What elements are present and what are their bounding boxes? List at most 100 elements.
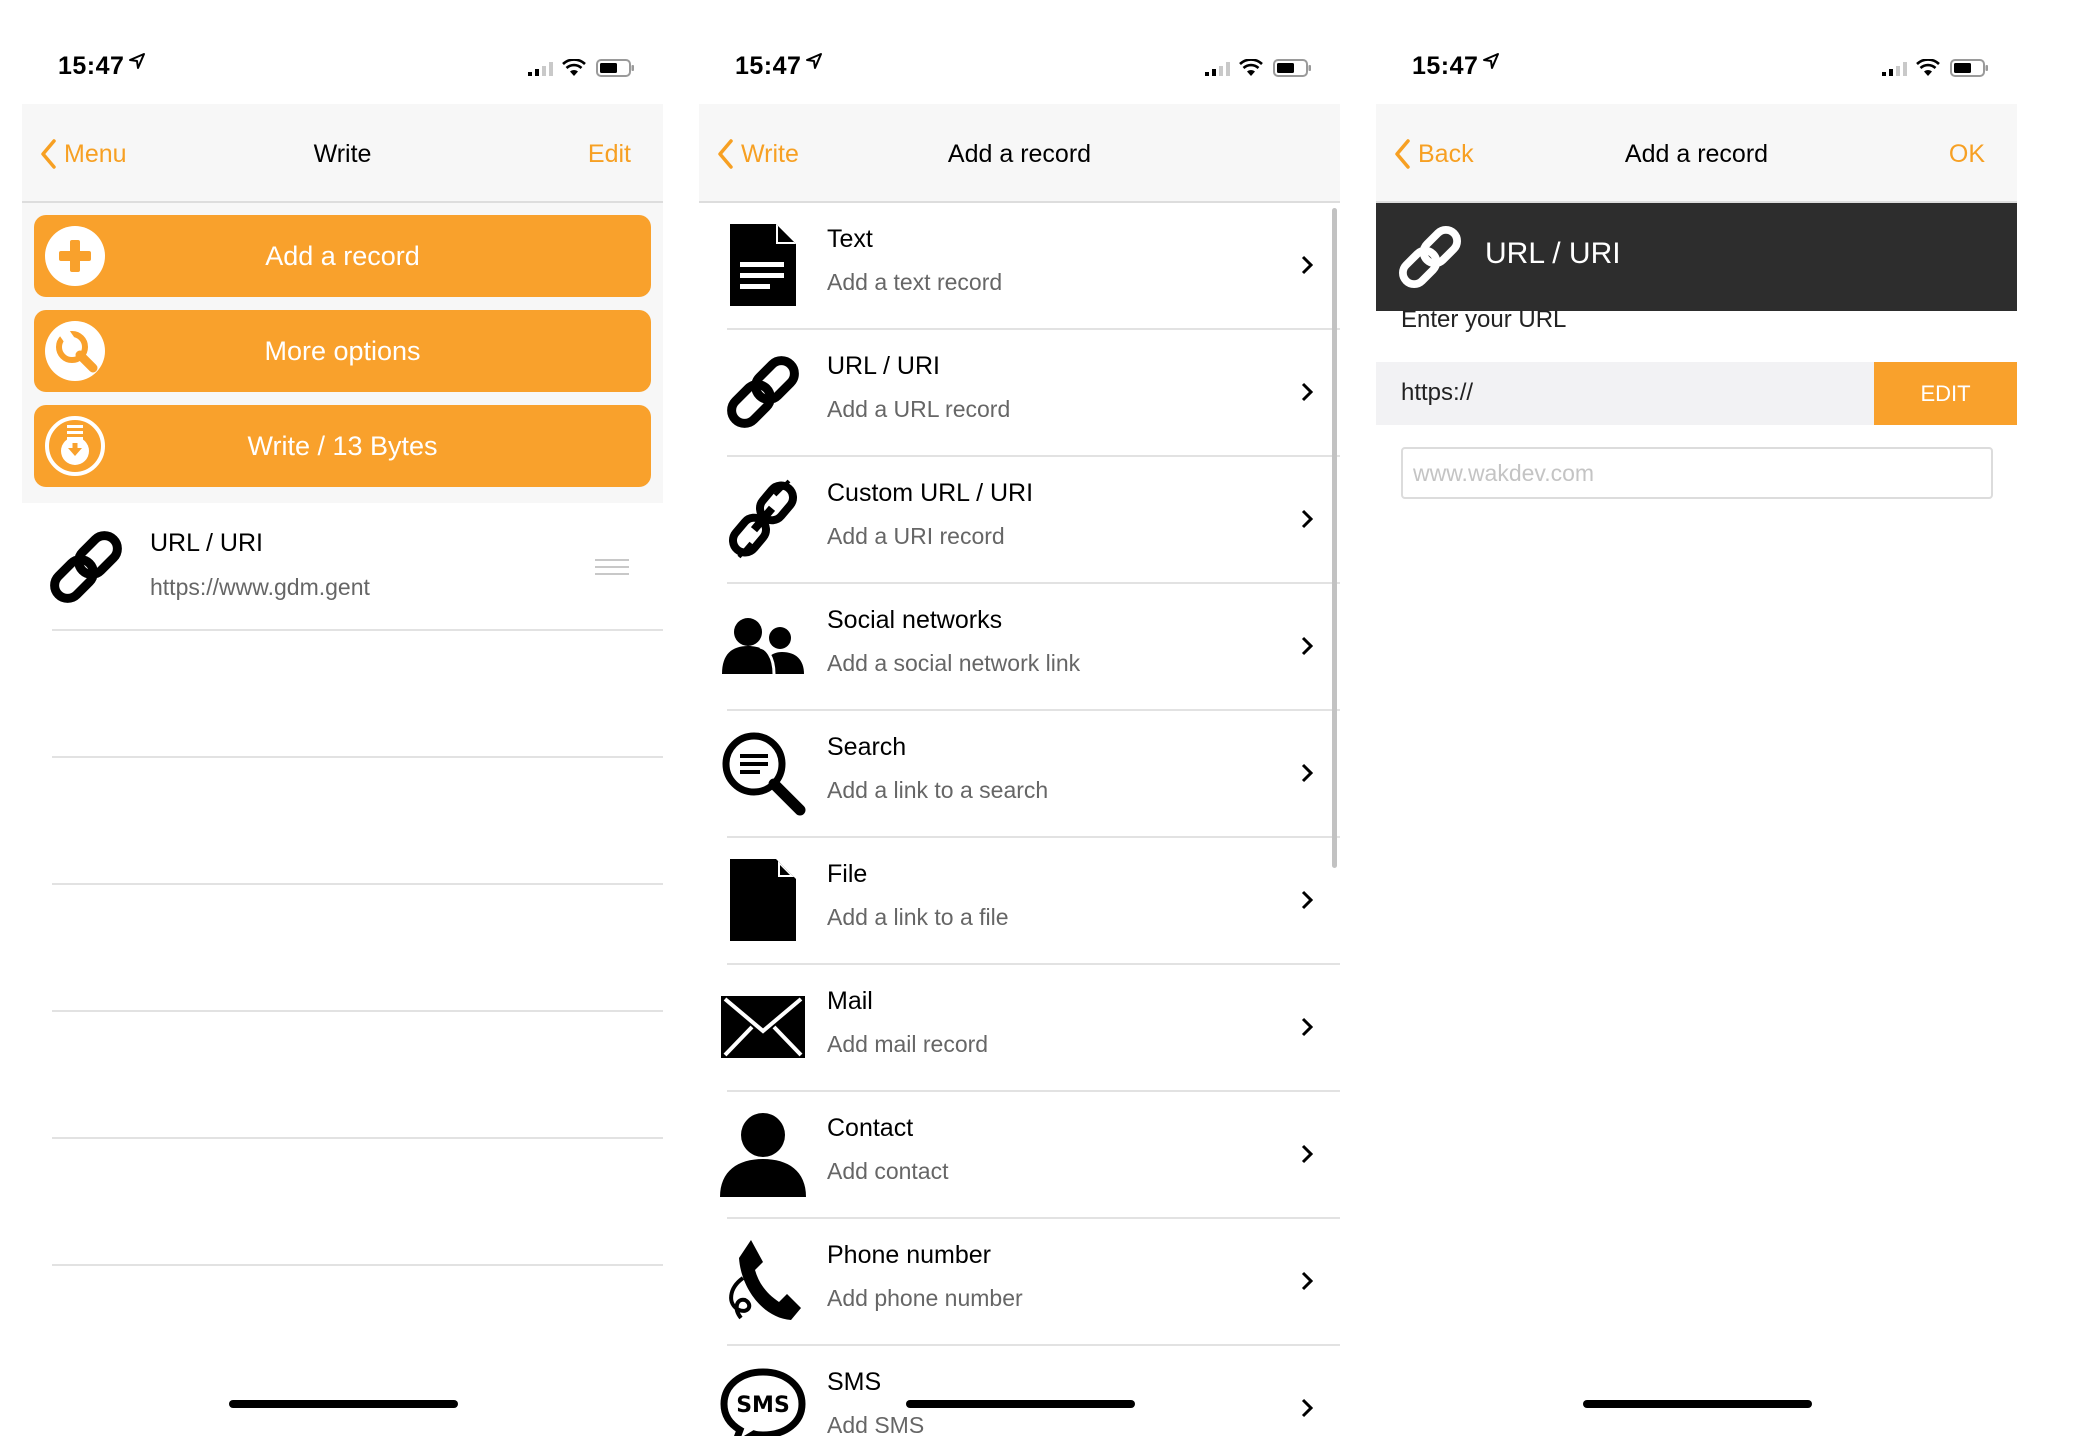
home-indicator[interactable] bbox=[1583, 1400, 1812, 1408]
chevron-right-icon bbox=[1301, 890, 1313, 910]
divider bbox=[52, 756, 663, 758]
status-time: 15:47 bbox=[58, 52, 125, 80]
item-title: Phone number bbox=[827, 1241, 992, 1269]
item-title: Social networks bbox=[827, 606, 1003, 634]
chevron-left-icon bbox=[718, 139, 733, 169]
divider bbox=[52, 629, 663, 631]
item-title: SMS bbox=[827, 1368, 882, 1396]
back-button[interactable]: Back bbox=[1394, 134, 1474, 174]
back-button[interactable]: Write bbox=[717, 134, 799, 174]
list-item-mail[interactable]: Mail Add mail record bbox=[699, 965, 1340, 1092]
chevron-right-icon bbox=[1301, 1017, 1313, 1037]
write-tag-button[interactable]: Write / 13 Bytes bbox=[34, 405, 651, 487]
url-input[interactable] bbox=[1401, 447, 1993, 499]
item-subtitle: Add a link to a file bbox=[827, 904, 1009, 930]
divider bbox=[52, 1010, 663, 1012]
add-record-button[interactable]: Add a record bbox=[34, 215, 651, 297]
reorder-handle[interactable] bbox=[595, 559, 629, 580]
home-indicator[interactable] bbox=[906, 1400, 1135, 1408]
more-options-button[interactable]: More options bbox=[34, 310, 651, 392]
document-text-icon bbox=[730, 224, 796, 306]
item-title: URL / URI bbox=[827, 352, 940, 380]
nav-bar: Back Add a record OK bbox=[1376, 104, 2017, 203]
battery-icon bbox=[1273, 59, 1311, 77]
list-item-phone[interactable]: Phone number Add phone number bbox=[699, 1219, 1340, 1346]
ok-button[interactable]: OK bbox=[1949, 134, 1985, 174]
item-title: Text bbox=[827, 225, 873, 253]
url-label: Enter your URL bbox=[1401, 306, 1567, 333]
item-subtitle: Add a URL record bbox=[827, 396, 1011, 422]
back-label: Back bbox=[1418, 139, 1474, 168]
url-record-screen: 15:47 Back Add a record OK URL / URI Ent… bbox=[1376, 30, 2017, 1436]
record-value: https://www.gdm.gent bbox=[150, 574, 370, 600]
item-title: Contact bbox=[827, 1114, 914, 1142]
back-label: Menu bbox=[64, 139, 127, 168]
url-prefix: https:// bbox=[1401, 379, 1474, 406]
chevron-right-icon bbox=[1301, 509, 1313, 529]
list-item-search[interactable]: Search Add a link to a search bbox=[699, 711, 1340, 838]
wrench-icon bbox=[45, 321, 105, 381]
status-bar: 15:47 bbox=[22, 30, 663, 104]
record-title: URL / URI bbox=[150, 529, 263, 557]
wifi-icon bbox=[562, 59, 586, 76]
list-item-text[interactable]: Text Add a text record bbox=[699, 203, 1340, 330]
location-icon bbox=[1483, 53, 1499, 69]
edit-prefix-button[interactable]: EDIT bbox=[1874, 362, 2017, 425]
item-subtitle: Add a social network link bbox=[827, 650, 1081, 676]
divider bbox=[52, 883, 663, 885]
signal-icon bbox=[528, 62, 553, 76]
chevron-right-icon bbox=[1301, 255, 1313, 275]
back-button[interactable]: Menu bbox=[40, 134, 127, 174]
list-item-contact[interactable]: Contact Add contact bbox=[699, 1092, 1340, 1219]
people-icon bbox=[722, 618, 804, 675]
phone-icon bbox=[729, 1240, 801, 1320]
write-tag-label: Write / 13 Bytes bbox=[247, 430, 438, 461]
home-indicator[interactable] bbox=[229, 1400, 458, 1408]
divider bbox=[52, 1264, 663, 1266]
item-subtitle: Add a URI record bbox=[827, 523, 1005, 549]
list-item-sms[interactable]: SMS SMS Add SMS bbox=[699, 1346, 1340, 1436]
actions-panel: Add a record More options Write / 13 Byt… bbox=[22, 203, 663, 503]
add-record-label: Add a record bbox=[265, 240, 420, 271]
link-icon bbox=[727, 356, 799, 428]
record-row[interactable]: URL / URI https://www.gdm.gent bbox=[22, 503, 663, 629]
svg-text:SMS: SMS bbox=[736, 1393, 790, 1418]
status-bar: 15:47 bbox=[699, 30, 1340, 104]
battery-icon bbox=[1950, 59, 1988, 77]
contact-icon bbox=[720, 1113, 806, 1197]
item-title: Mail bbox=[827, 987, 873, 1015]
status-bar: 15:47 bbox=[1376, 30, 2017, 104]
url-prefix-row: https:// EDIT bbox=[1376, 362, 2017, 425]
list-item-file[interactable]: File Add a link to a file bbox=[699, 838, 1340, 965]
item-title: File bbox=[827, 860, 868, 888]
list-item-url[interactable]: URL / URI Add a URL record bbox=[699, 330, 1340, 457]
chevron-left-icon bbox=[41, 139, 56, 169]
more-options-label: More options bbox=[264, 335, 421, 366]
signal-icon bbox=[1205, 62, 1230, 76]
record-type-title: URL / URI bbox=[1485, 237, 1621, 270]
wifi-icon bbox=[1239, 59, 1263, 76]
item-title: Custom URL / URI bbox=[827, 479, 1034, 507]
item-subtitle: Add contact bbox=[827, 1158, 949, 1184]
chevron-right-icon bbox=[1301, 636, 1313, 656]
chevron-right-icon bbox=[1301, 382, 1313, 402]
scrollbar[interactable] bbox=[1332, 208, 1337, 868]
nav-bar: Write Add a record bbox=[699, 104, 1340, 203]
record-type-header: URL / URI bbox=[1376, 203, 2017, 311]
link-icon bbox=[50, 531, 122, 603]
chevron-right-icon bbox=[1301, 1398, 1313, 1418]
list-item-social[interactable]: Social networks Add a social network lin… bbox=[699, 584, 1340, 711]
edit-button[interactable]: Edit bbox=[588, 134, 631, 174]
sms-icon: SMS bbox=[720, 1368, 806, 1436]
file-icon bbox=[730, 859, 796, 941]
add-record-screen: 15:47 Write Add a record Text Add a text… bbox=[699, 30, 1340, 1436]
divider bbox=[52, 1137, 663, 1139]
item-subtitle: Add a link to a search bbox=[827, 777, 1049, 803]
item-subtitle: Add phone number bbox=[827, 1285, 1023, 1311]
search-icon bbox=[722, 732, 806, 816]
list-item-custom-url[interactable]: Custom URL / URI Add a URI record bbox=[699, 457, 1340, 584]
wifi-icon bbox=[1916, 59, 1940, 76]
location-icon bbox=[129, 53, 145, 69]
chevron-left-icon bbox=[1395, 139, 1410, 169]
chevron-right-icon bbox=[1301, 1144, 1313, 1164]
